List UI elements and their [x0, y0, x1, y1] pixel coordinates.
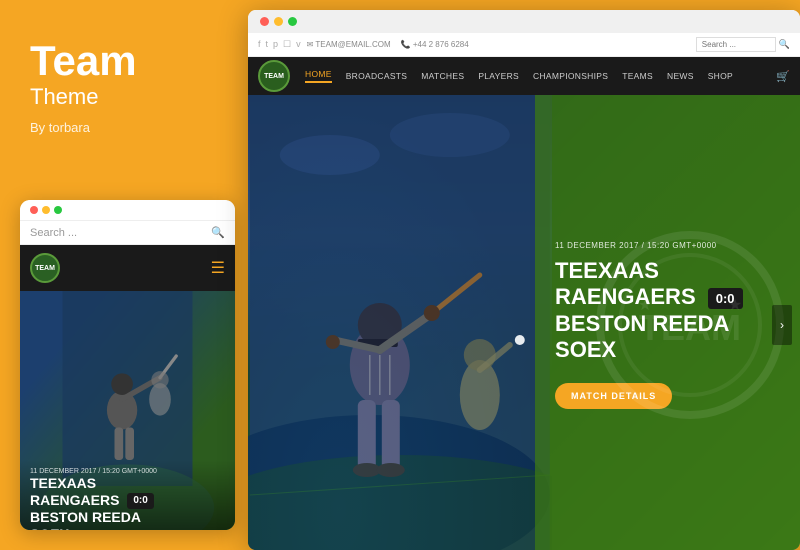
hero-overlay-right: TEAM ★ ★ 11 DECEMBER 2017 / 15:20 GMT+00…: [535, 95, 800, 550]
desktop-nav-items: HOME BROADCASTS MATCHES PLAYERS CHAMPIONSHIP…: [305, 69, 776, 83]
desktop-dot-yellow: [274, 17, 283, 26]
topbar-contact: ✉ TEAM@EMAIL.COM 📞 +44 2 876 6284: [307, 40, 469, 49]
theme-title: Team: [30, 40, 210, 82]
hero-watermark-logo: TEAM ★ ★: [590, 225, 790, 425]
desktop-navbar: TEAM HOME BROADCASTS MATCHES PLAYERS CHAMPIO…: [248, 57, 800, 95]
mobile-mockup: Search ... 🔍 TEAM ☰: [20, 200, 235, 530]
desktop-titlebar: [248, 10, 800, 33]
phone-contact: 📞 +44 2 876 6284: [401, 40, 469, 49]
desktop-search-button[interactable]: 🔍: [779, 39, 790, 50]
mobile-dot-red: [30, 206, 38, 214]
nav-item-home[interactable]: HOME: [305, 69, 332, 83]
mobile-match-title: TEEXAAS RAENGAERS 0:0 BESTON REEDA SOEX: [30, 475, 225, 530]
svg-text:★: ★: [728, 297, 742, 314]
nav-item-teams[interactable]: TEAMS: [622, 71, 653, 81]
theme-subtitle: Theme: [30, 84, 210, 110]
cart-icon[interactable]: 🛒: [776, 70, 790, 83]
mobile-logo: TEAM: [30, 253, 60, 283]
nav-item-broadcasts[interactable]: BROADCASTS: [346, 71, 408, 81]
mobile-score-badge: 0:0: [127, 493, 153, 509]
desktop-hero: TEAM ★ ★ 11 DECEMBER 2017 / 15:20 GMT+00…: [248, 95, 800, 550]
mobile-menu-icon[interactable]: ☰: [211, 258, 225, 278]
mobile-nav: TEAM ☰: [20, 245, 235, 291]
theme-author: By torbara: [30, 120, 210, 135]
topbar-left: f t p ☐ v ✉ TEAM@EMAIL.COM 📞 +44 2 876 6…: [258, 39, 469, 50]
instagram-icon[interactable]: ☐: [283, 39, 291, 50]
topbar-search[interactable]: 🔍: [696, 37, 790, 52]
pinterest-icon[interactable]: p: [273, 39, 278, 50]
facebook-icon[interactable]: f: [258, 39, 261, 50]
mobile-match-date: 11 DECEMBER 2017 / 15:20 GMT+0000: [30, 468, 225, 475]
desktop-logo: TEAM: [258, 60, 290, 92]
hero-next-arrow[interactable]: ›: [772, 305, 792, 345]
twitter-icon[interactable]: t: [266, 39, 269, 50]
email-contact: ✉ TEAM@EMAIL.COM: [307, 40, 391, 49]
mobile-hero-overlay: 11 DECEMBER 2017 / 15:20 GMT+0000 TEEXAA…: [20, 460, 235, 530]
stadium-lights: [248, 95, 552, 550]
nav-item-news[interactable]: NEWS: [667, 71, 694, 81]
nav-item-matches[interactable]: MATCHES: [421, 71, 464, 81]
mobile-hero: 11 DECEMBER 2017 / 15:20 GMT+0000 TEEXAA…: [20, 291, 235, 530]
mobile-titlebar: [20, 200, 235, 220]
nav-item-players[interactable]: PLAYERS: [478, 71, 519, 81]
desktop-mockup: f t p ☐ v ✉ TEAM@EMAIL.COM 📞 +44 2 876 6…: [248, 10, 800, 550]
mobile-search-bar: Search ... 🔍: [20, 220, 235, 245]
topbar-social: f t p ☐ v: [258, 39, 301, 50]
desktop-dot-red: [260, 17, 269, 26]
mobile-dot-yellow: [42, 206, 50, 214]
desktop-dot-green: [288, 17, 297, 26]
nav-item-championships[interactable]: CHAMPIONSHIPS: [533, 71, 608, 81]
mobile-search-icon: 🔍: [211, 226, 225, 239]
nav-item-shop[interactable]: SHOP: [708, 71, 733, 81]
svg-text:TEAM: TEAM: [639, 307, 741, 348]
svg-text:★: ★: [638, 297, 652, 314]
mobile-dot-green: [54, 206, 62, 214]
mobile-search-input[interactable]: Search ...: [30, 227, 211, 239]
vimeo-icon[interactable]: v: [296, 39, 301, 50]
desktop-search-input[interactable]: [696, 37, 776, 52]
desktop-topbar: f t p ☐ v ✉ TEAM@EMAIL.COM 📞 +44 2 876 6…: [248, 33, 800, 57]
